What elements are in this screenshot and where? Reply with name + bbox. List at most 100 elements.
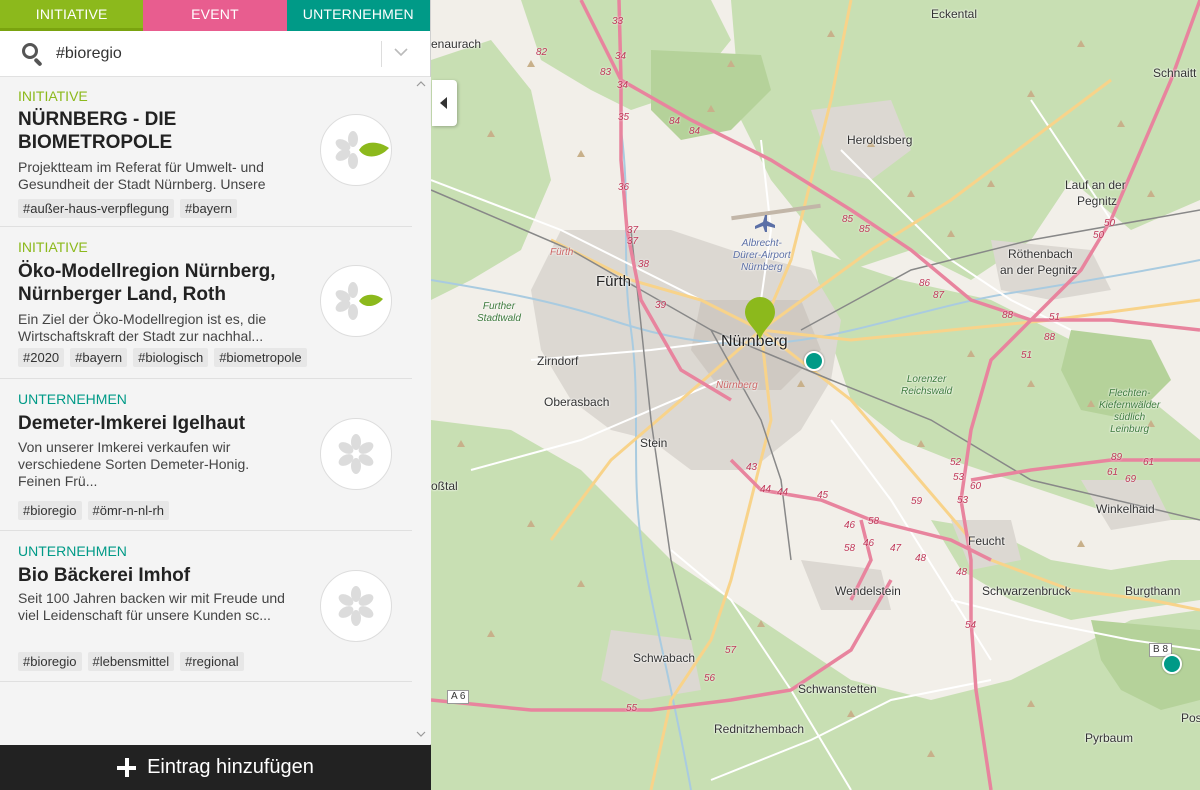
- entry-logo: [320, 114, 392, 186]
- tag[interactable]: #2020: [18, 348, 65, 367]
- tag[interactable]: #bayern: [179, 199, 237, 218]
- entry-logo: [320, 570, 392, 642]
- search-icon[interactable]: [22, 42, 44, 66]
- place-label: Lauf an der: [1065, 178, 1126, 192]
- place-label: Oberasbach: [544, 395, 610, 409]
- tag[interactable]: #ömr-n-nl-rh: [87, 501, 170, 520]
- road-number: 60: [970, 481, 982, 492]
- place-label: Eckental: [931, 7, 978, 21]
- place-label: Pegnitz: [1077, 194, 1118, 208]
- search-divider: [381, 41, 382, 67]
- tag[interactable]: #lebensmittel: [87, 652, 175, 671]
- entry-category: UNTERNEHMEN: [18, 543, 127, 559]
- map[interactable]: Nürnberg Fürth Zirndorf Oberasbach Stein…: [431, 0, 1200, 790]
- tab-event[interactable]: EVENT: [143, 0, 287, 31]
- road-number: 38: [638, 259, 650, 270]
- road-number: 45: [817, 490, 829, 501]
- road-number: 82: [536, 47, 548, 58]
- road-number: 48: [915, 553, 927, 564]
- road-number: 46: [863, 538, 875, 549]
- road-number: 85: [859, 224, 871, 235]
- entry-description: Von unserer Imkerei verkaufen wir verschi…: [18, 439, 250, 489]
- motorway-shield: A 6: [447, 690, 470, 704]
- road-number: 57: [725, 645, 737, 656]
- place-label: Schwarzenbruck: [982, 584, 1071, 598]
- tag[interactable]: #regional: [180, 652, 244, 671]
- entry-title: Bio Bäckerei Imhof: [18, 565, 191, 586]
- road-number: 89: [1111, 452, 1123, 463]
- tag[interactable]: #bioregio: [18, 652, 82, 671]
- road-number: 35: [618, 112, 630, 123]
- place-label: Röthenbach: [1008, 247, 1073, 261]
- entry-title: Öko-Modellregion Nürnberg, Nürnberger Lan…: [18, 261, 276, 305]
- entry-category: INITIATIVE: [18, 239, 88, 255]
- place-label: Albrecht- Dürer-Airport Nürnberg: [733, 238, 791, 273]
- scroll-up-icon[interactable]: [416, 80, 426, 88]
- road-number: 53: [953, 472, 965, 483]
- place-label: Burgthann: [1125, 584, 1181, 598]
- map-marker-company[interactable]: [804, 351, 824, 371]
- road-number: 37: [627, 236, 639, 247]
- flower-leaf-icon: [335, 131, 389, 169]
- tag[interactable]: #bioregio: [18, 501, 82, 520]
- road-number: 48: [956, 567, 968, 578]
- tag[interactable]: #biometropole: [214, 348, 307, 367]
- search-bar: [0, 31, 430, 77]
- place-label: Further Stadtwald: [477, 301, 521, 324]
- place-label: oßtal: [431, 479, 458, 493]
- map-marker-company[interactable]: [1162, 654, 1182, 674]
- road-number: 88: [1002, 310, 1014, 321]
- tag[interactable]: #außer-haus-verpflegung: [18, 199, 174, 218]
- category-tabs: INITIATIVE EVENT UNTERNEHMEN: [0, 0, 430, 31]
- collapse-sidebar-button[interactable]: [432, 80, 457, 126]
- entry-title: NÜRNBERG - DIE BIOMETROPOLE: [18, 109, 177, 153]
- place-label: Lorenzer Reichswald: [901, 374, 953, 397]
- place-label: an der Pegnitz: [1000, 263, 1078, 277]
- road-number: 34: [617, 80, 629, 91]
- road-number: 61: [1107, 467, 1119, 478]
- road-number: 55: [626, 703, 638, 714]
- road-number: 61: [1143, 457, 1155, 468]
- road-number: 87: [933, 290, 945, 301]
- place-label: Schwanstetten: [798, 682, 877, 696]
- add-entry-button[interactable]: Eintrag hinzufügen: [0, 745, 431, 790]
- road-number: 88: [1044, 332, 1056, 343]
- road-number: 50: [1104, 218, 1116, 229]
- entry-category: INITIATIVE: [18, 88, 88, 104]
- place-label: Wendelstein: [835, 584, 901, 598]
- road-number: 43: [746, 462, 758, 473]
- add-entry-label: Eintrag hinzufügen: [147, 756, 314, 778]
- entry-logo: [320, 265, 392, 337]
- road-number: 58: [844, 543, 856, 554]
- road-number: 54: [965, 620, 977, 631]
- entry-tags: #außer-haus-verpflegung #bayern: [18, 199, 237, 218]
- road-number: 59: [911, 496, 923, 507]
- search-input[interactable]: [56, 44, 356, 63]
- flower-icon: [338, 586, 374, 626]
- entry-title: Demeter-Imkerei Igelhaut: [18, 413, 246, 434]
- list-item[interactable]: INITIATIVE NÜRNBERG - DIE BIOMETROPOLE Pr…: [0, 77, 412, 227]
- place-label: Fürth: [550, 247, 574, 258]
- map-marker-initiative[interactable]: [743, 295, 777, 341]
- entry-logo: [320, 418, 392, 490]
- road-number: 36: [618, 182, 630, 193]
- tab-company[interactable]: UNTERNEHMEN: [286, 0, 430, 31]
- road-number: 44: [760, 484, 772, 495]
- road-number: 85: [842, 214, 854, 225]
- place-label: Schwabach: [633, 651, 696, 665]
- scrollbar[interactable]: [413, 77, 431, 744]
- entry-tags: #2020 #bayern #biologisch #biometropole: [18, 348, 307, 367]
- list-item[interactable]: INITIATIVE Öko-Modellregion Nürnberg, Nür…: [0, 228, 412, 379]
- list-item[interactable]: UNTERNEHMEN Demeter-Imkerei Igelhaut Von…: [0, 380, 412, 531]
- place-label: Schnaitt: [1153, 66, 1197, 80]
- scroll-down-icon[interactable]: [416, 730, 426, 738]
- road-number: 86: [919, 278, 931, 289]
- entry-description: Seit 100 Jahren backen wir mit Freude un…: [18, 590, 285, 623]
- tab-initiative[interactable]: INITIATIVE: [0, 0, 144, 31]
- list-item[interactable]: UNTERNEHMEN Bio Bäckerei Imhof Seit 100 …: [0, 532, 412, 682]
- entry-tags: #bioregio #lebensmittel #regional: [18, 652, 244, 671]
- road-number: 58: [868, 516, 880, 527]
- tag[interactable]: #bayern: [70, 348, 128, 367]
- chevron-down-icon[interactable]: [394, 47, 408, 57]
- tag[interactable]: #biologisch: [133, 348, 209, 367]
